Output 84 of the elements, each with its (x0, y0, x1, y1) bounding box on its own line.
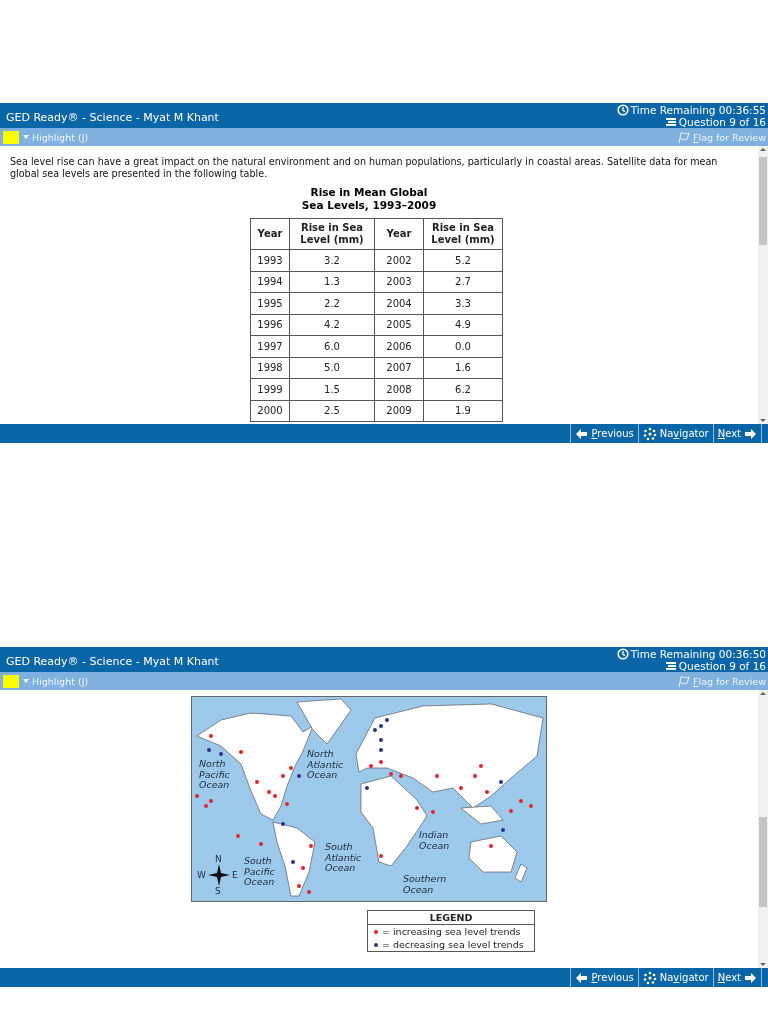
up-arrow-icon (759, 146, 767, 153)
highlight-color-swatch[interactable] (3, 674, 19, 688)
table-cell: 1.3 (289, 271, 375, 293)
flag-icon (677, 674, 691, 688)
table-cell: 0.0 (423, 335, 503, 357)
right-arrow-icon (744, 427, 757, 440)
table-cell: 1.5 (289, 378, 375, 400)
table-cell: 1995 (250, 292, 290, 314)
scrollbar[interactable] (758, 146, 768, 424)
table-cell: 3.2 (289, 249, 375, 271)
list-icon (664, 116, 677, 128)
next-button[interactable]: Next (712, 424, 762, 443)
up-arrow-icon (759, 690, 767, 697)
question-counter: Question 9 of 16 (678, 116, 766, 128)
table-cell: 2009 (374, 400, 424, 422)
scroll-thumb[interactable] (759, 157, 767, 245)
table-cell: 2006 (374, 335, 424, 357)
ocean-label: North Atlantic Ocean (307, 749, 345, 781)
timer-text: Time Remaining 00:36:50 (630, 648, 766, 660)
compass-letter: E (232, 870, 238, 880)
table-cell: 1996 (250, 314, 290, 336)
ocean-label: South Atlantic Ocean (325, 842, 363, 874)
table-cell: 3.3 (423, 292, 503, 314)
column-header: Rise in Sea Level (mm) (289, 218, 375, 250)
list-icon (664, 660, 677, 672)
down-arrow-icon (759, 417, 767, 424)
table-cell: 2005 (374, 314, 424, 336)
table-cell: 4.9 (423, 314, 503, 336)
left-arrow-icon (575, 427, 589, 440)
highlight-color-swatch[interactable] (3, 130, 19, 144)
right-arrow-icon (744, 971, 757, 984)
table-cell: 5.2 (423, 249, 503, 271)
table-title: Rise in Mean Global Sea Levels, 1993–2009 (301, 186, 437, 213)
table-cell: 2004 (374, 292, 424, 314)
ocean-label: North Pacific Ocean (199, 759, 231, 791)
table-cell: 2000 (250, 400, 290, 422)
down-arrow-icon (759, 961, 767, 968)
question-counter: Question 9 of 16 (678, 660, 766, 672)
left-arrow-icon (575, 971, 589, 984)
flag-icon (677, 130, 691, 144)
table-cell: 1998 (250, 357, 290, 379)
compass-letter: S (215, 886, 221, 896)
table-cell: 2.5 (289, 400, 375, 422)
table-cell: 2008 (374, 378, 424, 400)
scroll-thumb[interactable] (759, 817, 767, 907)
table-cell: 1.9 (423, 400, 503, 422)
ocean-label: South Pacific Ocean (244, 856, 276, 888)
scrollbar[interactable] (758, 690, 768, 968)
compass-letter: N (215, 854, 222, 864)
table-cell: 2002 (374, 249, 424, 271)
ocean-label: Indian Ocean (419, 830, 451, 851)
compass-rose-icon (208, 864, 230, 886)
timer-text: Time Remaining 00:36:55 (630, 104, 766, 116)
table-cell: 6.0 (289, 335, 375, 357)
clock-icon (616, 104, 629, 116)
column-header: Year (250, 218, 290, 250)
table-cell: 5.0 (289, 357, 375, 379)
passage-text: Sea level rise can have a great impact on the natural environment and on human populations, particularly in coastal areas. Satellite data for mean global sea levels are presented in the following table. (10, 156, 719, 179)
legend-text: = increasing sea level trends (382, 926, 521, 937)
table-cell: 6.2 (423, 378, 503, 400)
table-cell: 1994 (250, 271, 290, 293)
table-cell: 1999 (250, 378, 290, 400)
caret-icon (23, 134, 29, 140)
table-cell: 1993 (250, 249, 290, 271)
dotted-circle-icon (642, 426, 657, 441)
table-cell: 2.7 (423, 271, 503, 293)
table-cell: 1997 (250, 335, 290, 357)
legend-title: LEGEND (368, 911, 534, 925)
clock-icon (616, 648, 629, 660)
app-title: GED Ready® - Science - Myat M Khant (6, 111, 219, 126)
table-cell: 4.2 (289, 314, 375, 336)
next-button[interactable]: Next (712, 968, 762, 987)
legend-text: = decreasing sea level trends (382, 939, 524, 950)
column-header: Rise in Sea Level (mm) (423, 218, 503, 250)
dotted-circle-icon (642, 970, 657, 985)
table-cell: 2003 (374, 271, 424, 293)
caret-icon (23, 678, 29, 684)
app-title: GED Ready® - Science - Myat M Khant (6, 655, 219, 670)
ocean-label: Southern Ocean (403, 874, 448, 895)
table-cell: 1.6 (423, 357, 503, 379)
table-cell: 2.2 (289, 292, 375, 314)
compass-letter: W (197, 870, 206, 880)
column-header: Year (374, 218, 424, 250)
table-cell: 2007 (374, 357, 424, 379)
